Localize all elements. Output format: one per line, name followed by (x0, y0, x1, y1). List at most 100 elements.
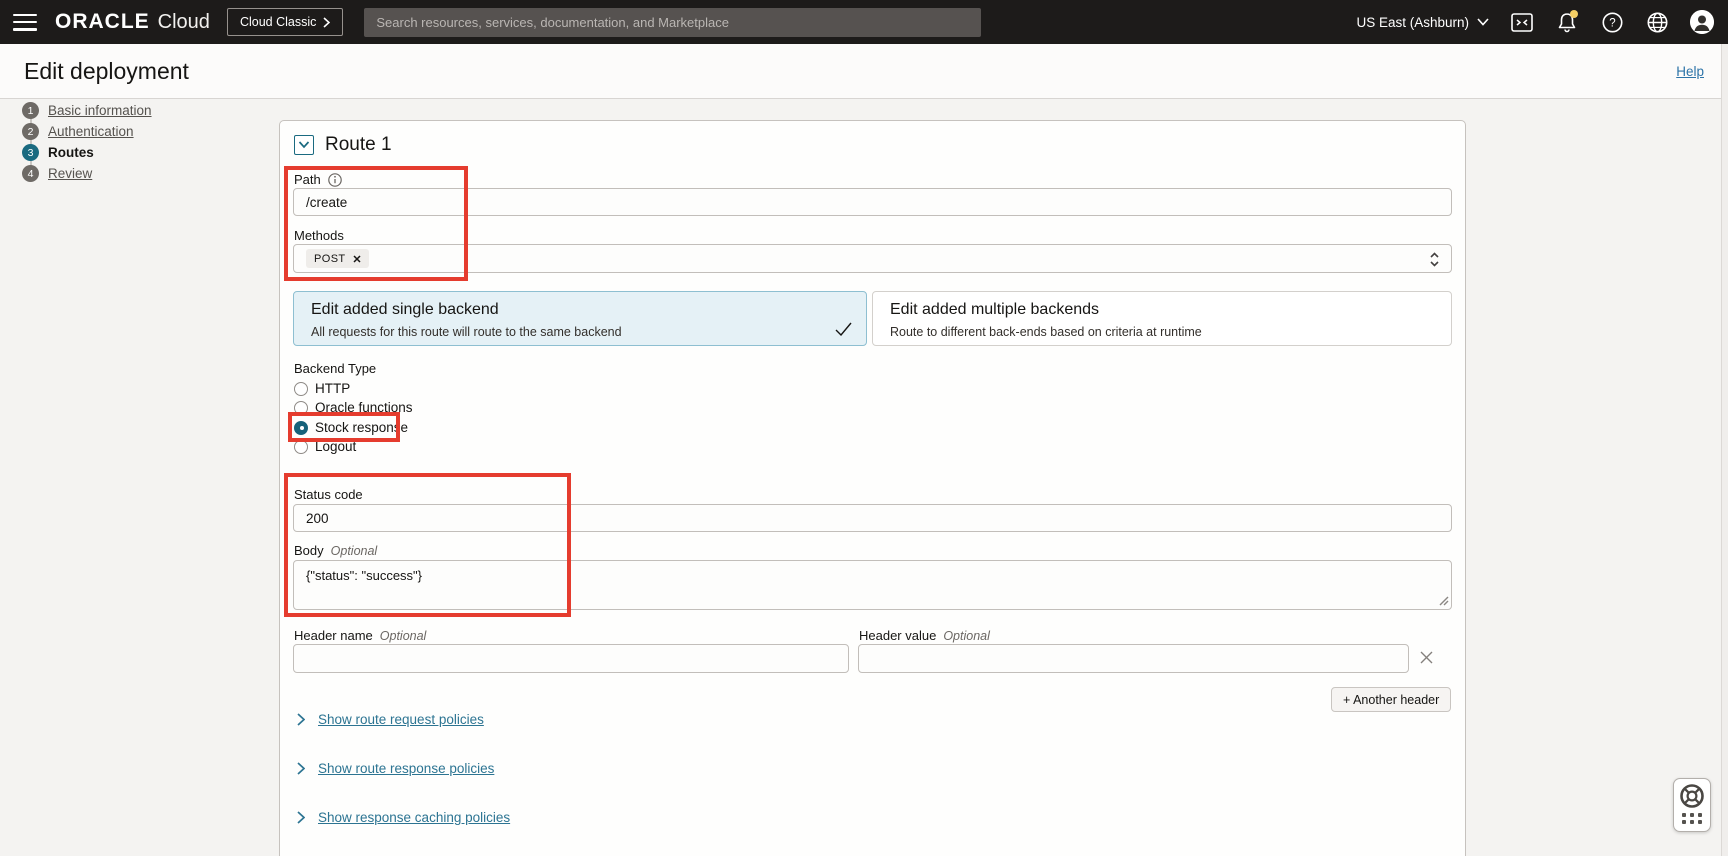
svg-text:?: ? (1609, 17, 1615, 29)
help-link[interactable]: Help (1676, 64, 1704, 79)
radio-icon[interactable] (294, 382, 308, 396)
step-number: 1 (22, 102, 39, 119)
step-label[interactable]: Basic information (48, 103, 152, 118)
path-label-text: Path (294, 172, 321, 187)
radio-stock-response[interactable]: Stock response (294, 418, 408, 437)
cloud-shell-icon[interactable] (1510, 10, 1534, 34)
radio-oracle-functions[interactable]: Oracle functions (294, 398, 413, 417)
step-label: Routes (48, 145, 94, 160)
optional-label: Optional (943, 629, 990, 643)
radio-label: Oracle functions (315, 400, 413, 415)
wizard-step-routes[interactable]: 3 Routes (22, 142, 252, 163)
header-value-label-text: Header value (859, 628, 936, 643)
methods-label-text: Methods (294, 228, 344, 243)
status-code-input[interactable] (293, 504, 1452, 532)
brand-oracle: ORACLE (55, 10, 150, 34)
body-label: Body Optional (294, 543, 377, 558)
wizard-step-basic-information[interactable]: 1 Basic information (22, 100, 252, 121)
topbar: ORACLE Cloud Cloud Classic US East (Ashb… (0, 0, 1728, 44)
multiple-backends-card[interactable]: Edit added multiple backends Route to di… (872, 291, 1452, 346)
page-header: Edit deployment Help (0, 44, 1728, 99)
policy-link[interactable]: Show route response policies (318, 761, 494, 776)
region-label: US East (Ashburn) (1356, 15, 1469, 30)
optional-label: Optional (380, 629, 427, 643)
profile-icon[interactable] (1690, 10, 1714, 34)
page-scrollbar[interactable] (1721, 44, 1728, 856)
notification-badge (1570, 10, 1578, 18)
response-caching-policies-toggle[interactable]: Show response caching policies (297, 810, 510, 825)
notifications-icon[interactable] (1555, 10, 1579, 34)
method-chip-label: POST (314, 253, 346, 265)
header-name-label-text: Header name (294, 628, 373, 643)
radio-label: HTTP (315, 381, 350, 396)
methods-label: Methods (294, 228, 344, 243)
body-label-text: Body (294, 543, 324, 558)
card-subtitle: Route to different back-ends based on cr… (890, 325, 1202, 339)
wizard-steps: 1 Basic information 2 Authentication 3 R… (22, 100, 252, 184)
policy-link[interactable]: Show response caching policies (318, 810, 510, 825)
methods-select[interactable]: POST (293, 244, 1452, 273)
radio-selected-icon[interactable] (294, 421, 308, 435)
brand-cloud: Cloud (158, 11, 210, 34)
route-request-policies-toggle[interactable]: Show route request policies (297, 712, 484, 727)
selected-check-icon (835, 322, 852, 336)
step-number: 2 (22, 123, 39, 140)
radio-icon[interactable] (294, 440, 308, 454)
backend-type-label-text: Backend Type (294, 361, 376, 376)
stepper-icon[interactable] (1429, 252, 1440, 272)
oracle-cloud-logo[interactable]: ORACLE Cloud (55, 10, 210, 34)
collapse-route-button[interactable] (294, 135, 314, 155)
cloud-classic-button[interactable]: Cloud Classic (227, 8, 343, 36)
step-number: 4 (22, 165, 39, 182)
route-panel: Route 1 Path Methods POST Edit added s (279, 120, 1466, 856)
wizard-step-authentication[interactable]: 2 Authentication (22, 121, 252, 142)
radio-icon[interactable] (294, 401, 308, 415)
backend-type-label: Backend Type (294, 361, 376, 376)
language-icon[interactable] (1645, 10, 1669, 34)
search-input[interactable] (364, 8, 981, 37)
radio-label: Logout (315, 439, 356, 454)
radio-logout[interactable]: Logout (294, 437, 356, 456)
card-title: Edit added single backend (311, 301, 499, 319)
step-label[interactable]: Review (48, 166, 92, 181)
path-label: Path (294, 172, 342, 187)
close-icon (1420, 651, 1433, 664)
chevron-right-icon (323, 17, 330, 28)
policy-link[interactable]: Show route request policies (318, 712, 484, 727)
card-subtitle: All requests for this route will route t… (311, 325, 622, 339)
radio-label: Stock response (315, 420, 408, 435)
route-response-policies-toggle[interactable]: Show route response policies (297, 761, 494, 776)
remove-method-icon[interactable] (353, 255, 361, 263)
header-name-input[interactable] (293, 644, 849, 673)
help-icon[interactable]: ? (1600, 10, 1624, 34)
status-code-label: Status code (294, 487, 363, 502)
route-title: Route 1 (325, 134, 392, 156)
assistant-widget[interactable] (1673, 778, 1711, 832)
radio-http[interactable]: HTTP (294, 379, 350, 398)
menu-icon[interactable] (13, 14, 37, 31)
chevron-right-icon (297, 811, 305, 824)
chevron-right-icon (297, 762, 305, 775)
step-label[interactable]: Authentication (48, 124, 134, 139)
route-header: Route 1 (294, 134, 392, 156)
another-header-button[interactable]: + Another header (1331, 687, 1451, 712)
wizard-step-review[interactable]: 4 Review (22, 163, 252, 184)
chevron-right-icon (297, 713, 305, 726)
header-value-input[interactable] (858, 644, 1409, 673)
step-number: 3 (22, 144, 39, 161)
region-selector[interactable]: US East (Ashburn) (1356, 15, 1489, 30)
method-chip: POST (306, 249, 369, 268)
card-title: Edit added multiple backends (890, 301, 1099, 319)
topbar-right: US East (Ashburn) ? (1356, 10, 1714, 34)
remove-header-button[interactable] (1416, 647, 1436, 667)
grid-dots-icon (1682, 813, 1703, 824)
cloud-classic-label: Cloud Classic (240, 15, 316, 29)
body-textarea[interactable]: {"status": "success"} (293, 560, 1452, 610)
single-backend-card[interactable]: Edit added single backend All requests f… (293, 291, 867, 346)
lifesaver-icon (1678, 782, 1706, 810)
header-value-label: Header value Optional (859, 628, 990, 643)
status-code-label-text: Status code (294, 487, 363, 502)
chevron-down-icon (1477, 18, 1489, 26)
info-icon[interactable] (328, 173, 342, 187)
path-input[interactable] (293, 188, 1452, 216)
